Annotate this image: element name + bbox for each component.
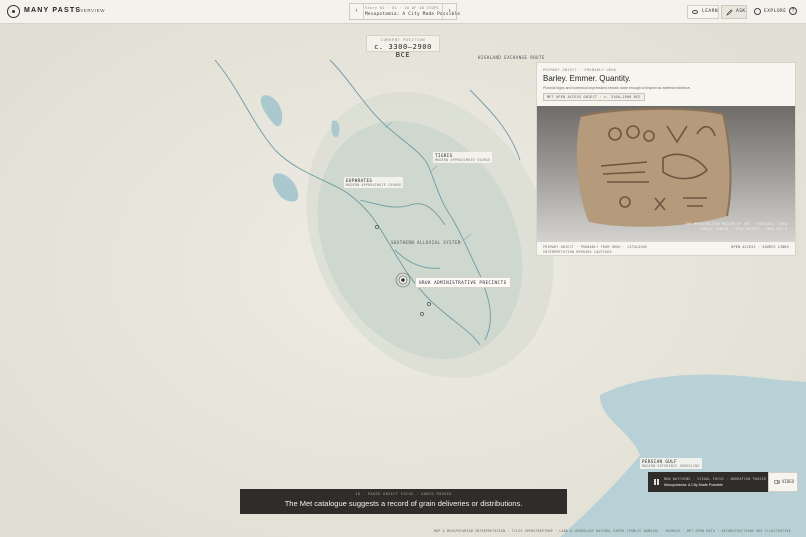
explore-button[interactable]: EXPLORE — [752, 5, 786, 19]
now-watching-panel[interactable]: NOW WATCHING · VISUAL FOCUS · NARRATION … — [648, 472, 768, 492]
caption-text: The Met catalogue suggests a record of g… — [284, 499, 523, 508]
position-value: c. 3300–2900 BCE — [374, 43, 432, 59]
card-footer-note-2: INTERPRETATION REMAINS CAUTIOUS — [543, 250, 612, 254]
now-watching-label: NOW WATCHING · VISUAL FOCUS · NARRATION … — [664, 477, 767, 481]
card-footer-note: PRIMARY OBJECT · PROBABLY FROM URUK · CA… — [543, 245, 648, 249]
learn-button[interactable]: LEARN — [687, 5, 719, 19]
alluvial-system-label: SOUTHERN ALLUVIAL SYSTEM — [391, 240, 461, 245]
uruk-precincts-label[interactable]: URUK ADMINISTRATIVE PRECINCTS — [415, 277, 511, 288]
tigris-subtitle: MODERN APPROXIMATE COURSE — [435, 158, 491, 162]
highland-route-label: HIGHLAND EXCHANGE ROUTE — [478, 55, 545, 60]
object-card: PRIMARY OBJECT · PROBABLY URUK Barley. E… — [536, 62, 796, 256]
chevron-left-icon: ‹ — [72, 8, 75, 13]
video-label: VIDEO — [782, 479, 795, 484]
story-title: Mesopotamia: A City Made Possible — [365, 12, 461, 17]
video-icon — [774, 479, 780, 485]
card-description: Pictorial signs and numerical impression… — [543, 86, 691, 90]
ask-label: ASK — [736, 9, 746, 14]
tigris-label[interactable]: TIGRIS MODERN APPROXIMATE COURSE — [433, 152, 493, 163]
overview-label: OVERVIEW — [76, 8, 106, 13]
cuneiform-tablet-image[interactable]: THE METROPOLITAN MUSEUM OF ART · PURCHAS… — [537, 106, 795, 242]
eye-icon — [692, 10, 698, 14]
euphrates-label[interactable]: EUPHRATES MODERN APPROXIMATE COURSE — [344, 177, 404, 188]
narration-caption: 10 · PAUSE OBJECT FOCUS · AUDIO PAUSED T… — [240, 489, 567, 514]
logo-icon[interactable] — [7, 5, 20, 18]
explore-label: EXPLORE — [764, 9, 787, 14]
top-bar: MANY PASTS ‹ OVERVIEW ‹ Story 01 · 01 · 1… — [0, 0, 806, 24]
euphrates-subtitle: MODERN APPROXIMATE COURSE — [346, 183, 402, 187]
image-license: PUBLIC DOMAIN / OPEN ACCESS · 1988.433.3 — [700, 227, 787, 231]
overview-back-link[interactable]: ‹ OVERVIEW — [72, 8, 105, 13]
position-label: CURRENT POSITION — [380, 38, 426, 42]
learn-label: LEARN — [702, 9, 719, 14]
previous-stop-button[interactable]: ‹ — [350, 4, 364, 19]
pause-icon[interactable] — [654, 479, 659, 485]
map-attribution[interactable]: MAP & MESOPOTAMIAN INTERPRETATION · TILE… — [434, 529, 791, 533]
pencil-icon — [726, 9, 733, 16]
story-navigator: ‹ Story 01 · 01 · 10 OF 48 STOPS NEXT Me… — [349, 3, 461, 20]
source-links[interactable]: OPEN ACCESS · SOURCE LINKS — [731, 245, 789, 249]
uruk-focus-dot — [401, 278, 405, 282]
image-credit: THE METROPOLITAN MUSEUM OF ART · PURCHAS… — [685, 222, 787, 226]
object-tag[interactable]: MET OPEN ACCESS OBJECT · c. 3100–2900 BC… — [543, 93, 645, 101]
current-position-badge: CURRENT POSITION c. 3300–2900 BCE — [366, 35, 440, 59]
persian-gulf-label: PERSIAN GULF MODERN REFERENCE SHORELINE — [640, 458, 702, 469]
gulf-subtitle: MODERN REFERENCE SHORELINE — [642, 464, 700, 468]
compass-icon — [754, 8, 761, 15]
story-progress: Story 01 · 01 · 10 OF 48 STOPS NEXT — [365, 6, 441, 10]
ask-button[interactable]: ASK — [721, 5, 747, 19]
now-watching-title: Mesopotamia: A City Made Possible — [664, 483, 723, 487]
caption-kicker: 10 · PAUSE OBJECT FOCUS · AUDIO PAUSED — [355, 492, 452, 496]
video-button[interactable]: VIDEO — [768, 472, 798, 492]
help-button[interactable]: ? — [789, 7, 797, 15]
card-title: Barley. Emmer. Quantity. — [543, 74, 631, 83]
card-eyebrow: PRIMARY OBJECT · PROBABLY URUK — [543, 68, 617, 72]
next-stop-button[interactable]: › — [442, 4, 456, 19]
